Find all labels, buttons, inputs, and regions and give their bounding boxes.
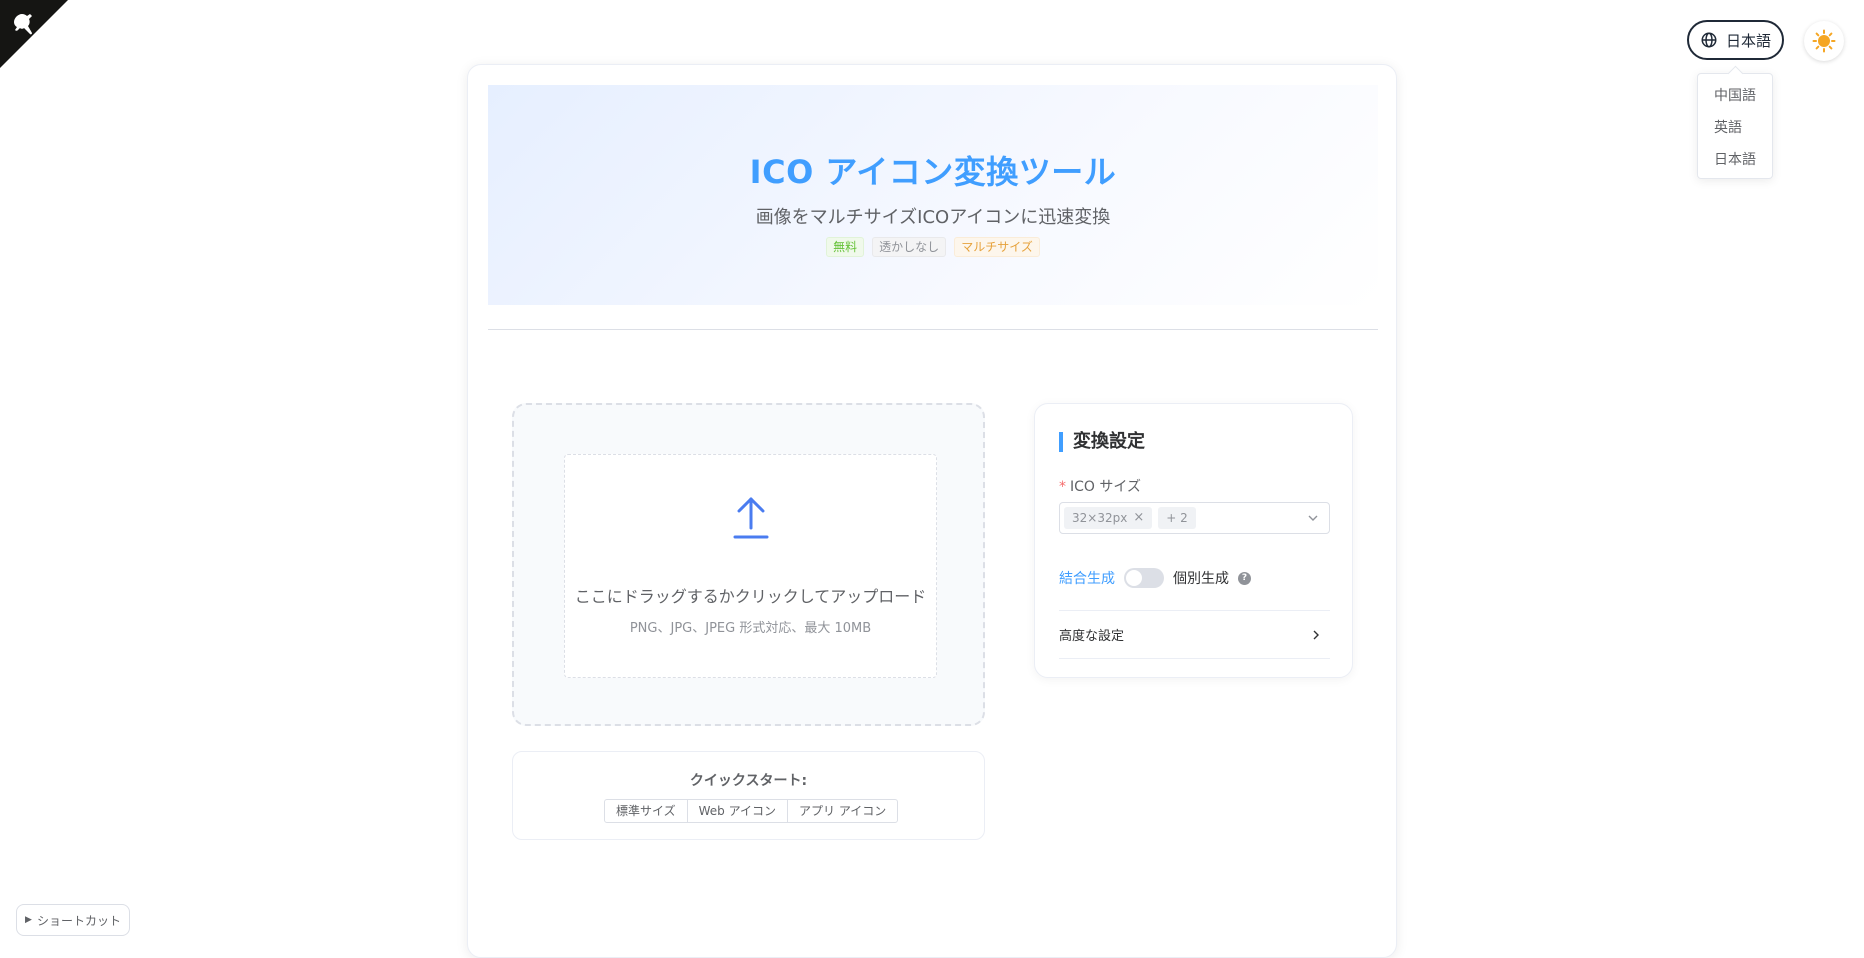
shortcut-button[interactable]: ▶ ショートカット [16, 904, 130, 936]
upload-format-hint: PNG、JPG、JPEG 形式対応、最大 10MB [629, 621, 872, 636]
required-mark: * [1059, 479, 1066, 495]
chevron-right-icon [1313, 630, 1319, 639]
web-icon-button[interactable]: Web アイコン [686, 799, 789, 823]
main-card: ICO アイコン変換ツール 画像をマルチサイズICOアイコンに迅速変換 無料 透… [467, 64, 1397, 958]
language-option-english[interactable]: 英語 [1698, 112, 1772, 144]
quick-start-panel: クイックスタート: 標準サイズ Web アイコン アプリ アイコン [512, 751, 985, 840]
globe-icon [1701, 32, 1717, 48]
size-chip-label: 32×32px [1072, 511, 1128, 525]
more-sizes-chip: + 2 [1158, 507, 1196, 529]
shortcut-label: ショートカット [36, 913, 121, 928]
mode-combined-label[interactable]: 結合生成 [1059, 568, 1115, 588]
mode-separate-label[interactable]: 個別生成 [1173, 568, 1229, 588]
tag-multi-size: マルチサイズ [954, 237, 1040, 257]
switch-knob [1126, 570, 1142, 586]
close-icon[interactable]: × [1133, 507, 1144, 529]
conversion-settings-panel: 変換設定 * ICO サイズ 32×32px × + 2 結合生成 個別生成 ? … [1034, 403, 1353, 678]
tag-no-watermark: 透かしなし [872, 237, 947, 257]
help-icon[interactable]: ? [1238, 571, 1251, 585]
theme-toggle-button[interactable] [1804, 21, 1844, 61]
generation-mode-row: 結合生成 個別生成 ? [1059, 568, 1251, 588]
github-corner-icon[interactable] [0, 0, 80, 80]
tag-free: 無料 [826, 237, 865, 257]
upload-icon [733, 497, 769, 539]
triangle-right-icon: ▶ [25, 915, 32, 925]
language-option-japanese[interactable]: 日本語 [1698, 144, 1772, 176]
settings-title: 変換設定 [1059, 432, 1145, 452]
upload-area: ここにドラッグするかクリックしてアップロード PNG、JPG、JPEG 形式対応… [512, 403, 985, 726]
ico-size-label: * ICO サイズ [1059, 476, 1141, 496]
hero-banner: ICO アイコン変換ツール 画像をマルチサイズICOアイコンに迅速変換 無料 透… [488, 85, 1378, 305]
chevron-down-icon [1308, 515, 1318, 521]
language-dropdown: 中国語 英語 日本語 [1697, 73, 1773, 179]
feature-tags: 無料 透かしなし マルチサイズ [488, 237, 1378, 257]
upload-instruction: ここにドラッグするかクリックしてアップロード [574, 587, 927, 606]
language-current: 日本語 [1725, 31, 1771, 50]
generation-mode-switch[interactable] [1124, 568, 1164, 588]
ico-size-select[interactable]: 32×32px × + 2 [1059, 502, 1330, 534]
language-option-chinese[interactable]: 中国語 [1698, 80, 1772, 112]
advanced-settings-toggle[interactable]: 高度な設定 [1059, 610, 1330, 659]
page-subtitle: 画像をマルチサイズICOアイコンに迅速変換 [755, 207, 1111, 228]
page-title: ICO アイコン変換ツール [749, 153, 1117, 191]
quick-start-buttons: 標準サイズ Web アイコン アプリ アイコン [604, 799, 899, 823]
size-chip: 32×32px × [1064, 507, 1153, 529]
standard-size-button[interactable]: 標準サイズ [604, 799, 688, 823]
divider [488, 329, 1378, 330]
sun-icon [1812, 29, 1836, 53]
app-icon-button[interactable]: アプリ アイコン [787, 799, 899, 823]
upload-dropzone[interactable]: ここにドラッグするかクリックしてアップロード PNG、JPG、JPEG 形式対応… [564, 454, 937, 678]
language-button[interactable]: 日本語 [1687, 20, 1784, 60]
quick-start-label: クイックスタート: [689, 773, 808, 789]
advanced-settings-label: 高度な設定 [1059, 629, 1125, 644]
ico-size-label-text: ICO サイズ [1070, 479, 1141, 495]
